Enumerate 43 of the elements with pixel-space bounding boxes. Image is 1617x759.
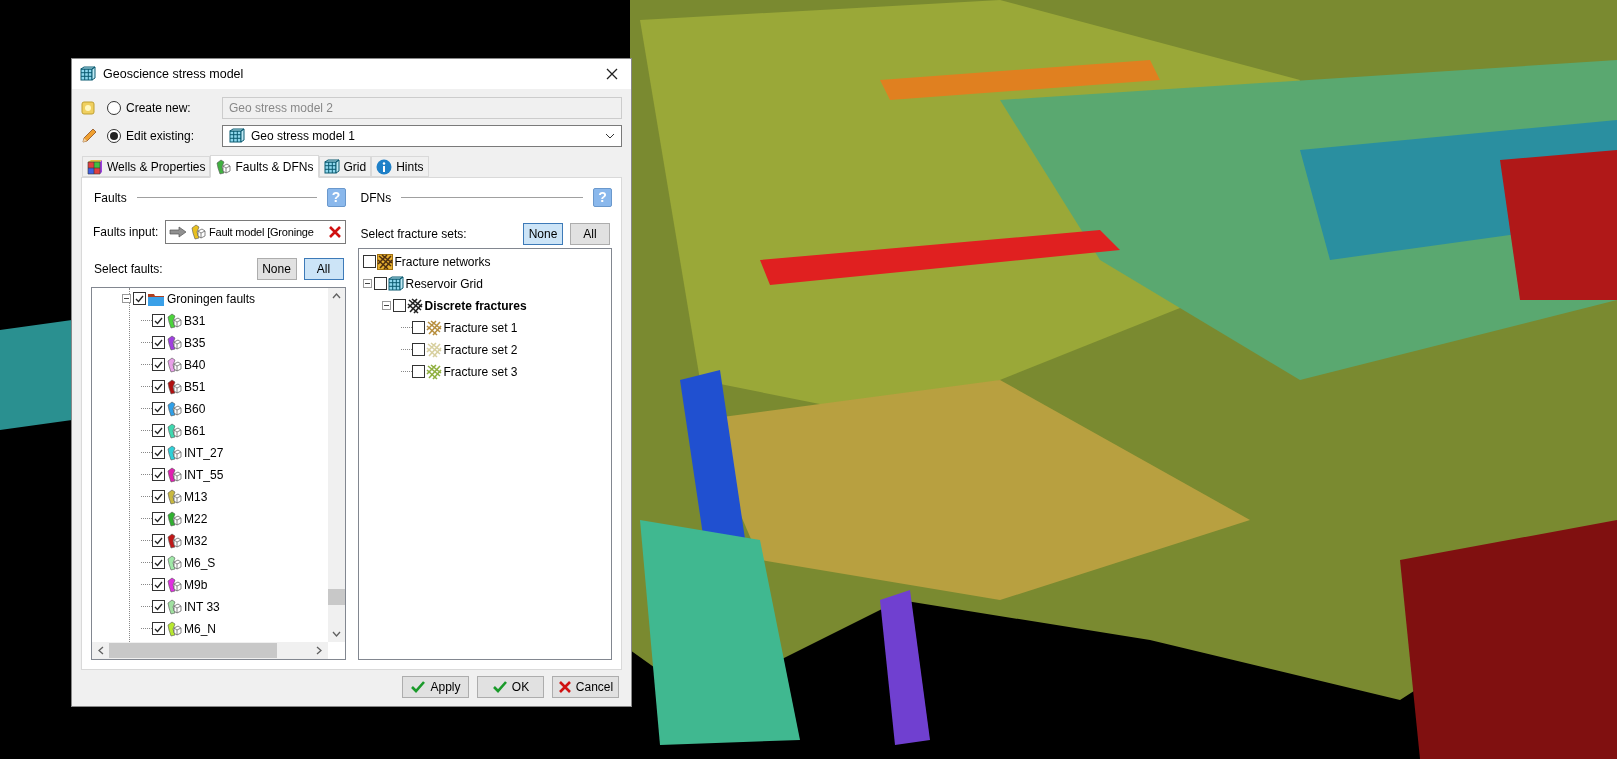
option-label: Create new:: [126, 100, 192, 117]
input-label: Faults input:: [93, 223, 160, 241]
tree-item[interactable]: INT_55: [184, 465, 224, 484]
tab[interactable]: Wells & Properties: [82, 156, 211, 177]
tree-item[interactable]: INT_27: [184, 443, 224, 462]
tree-item[interactable]: M6_S: [184, 553, 216, 572]
select-button[interactable]: None: [256, 257, 297, 280]
tree-item[interactable]: M22: [184, 509, 208, 528]
tree-item[interactable]: Fracture set 2: [443, 340, 518, 359]
tree-item[interactable]: Discrete fractures: [424, 296, 527, 315]
tab[interactable]: Hints: [371, 156, 429, 177]
dialog-button[interactable]: Cancel: [552, 676, 619, 698]
dialog-button[interactable]: OK: [477, 676, 544, 698]
select-button[interactable]: All: [570, 222, 610, 245]
option-label: Edit existing:: [126, 128, 196, 145]
select-button[interactable]: All: [303, 257, 344, 280]
tree-item[interactable]: M9b: [184, 575, 208, 594]
tree-item[interactable]: B61: [184, 421, 206, 440]
tree-item[interactable]: B40: [184, 355, 206, 374]
section-title: Faults: [94, 189, 127, 207]
tree-item[interactable]: B51: [184, 377, 206, 396]
select-label: Select fracture sets:: [360, 225, 467, 243]
tree-item[interactable]: M32: [184, 531, 208, 550]
tree-item[interactable]: Fracture set 1: [443, 318, 518, 337]
tree-item[interactable]: B60: [184, 399, 206, 418]
window-title: Geoscience stress model: [103, 65, 244, 83]
tree-item[interactable]: M13: [184, 487, 208, 506]
tree-item[interactable]: Reservoir Grid: [405, 274, 483, 293]
tree-item[interactable]: Fracture networks: [394, 252, 491, 271]
select-label: Select faults:: [94, 260, 163, 278]
select-button[interactable]: None: [523, 222, 563, 245]
tree-item[interactable]: B35: [184, 333, 206, 352]
section-title: DFNs: [360, 189, 392, 207]
tab[interactable]: Grid: [318, 156, 372, 177]
tab[interactable]: Faults & DFNs: [210, 155, 319, 178]
tree-item[interactable]: B31: [184, 311, 206, 330]
tree-item[interactable]: Fracture set 3: [443, 362, 518, 381]
tree-item[interactable]: INT 33: [184, 597, 220, 616]
model-dropdown[interactable]: Geo stress model 1: [222, 125, 622, 147]
tree-item[interactable]: M6_N: [184, 619, 216, 638]
dialog-button[interactable]: Apply: [402, 676, 469, 698]
faults-input-field[interactable]: Fault model [Groninge: [165, 219, 346, 244]
tree-item[interactable]: Groningen faults: [167, 289, 256, 308]
